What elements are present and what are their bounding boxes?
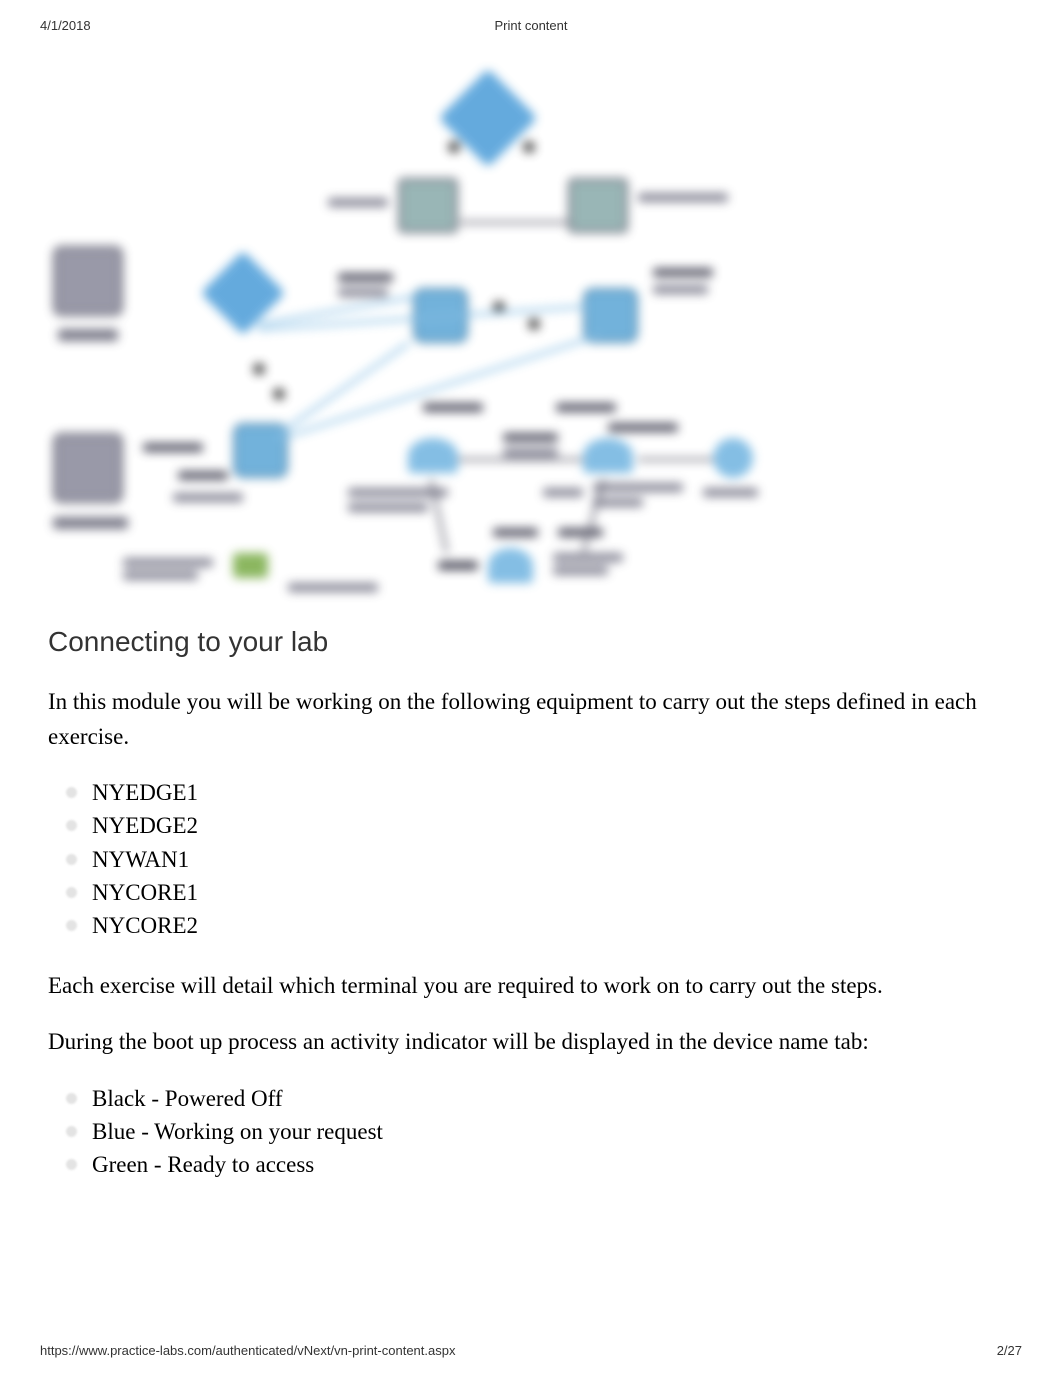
list-item: Blue - Working on your request (92, 1115, 1014, 1148)
list-item: NYWAN1 (92, 843, 1014, 876)
indicator-list: Black - Powered Off Blue - Working on yo… (48, 1082, 1014, 1182)
list-item: Black - Powered Off (92, 1082, 1014, 1115)
network-topology-diagram (48, 63, 768, 593)
header-date: 4/1/2018 (40, 18, 91, 33)
list-item: Green - Ready to access (92, 1148, 1014, 1181)
intro-paragraph: In this module you will be working on th… (48, 685, 1014, 754)
list-item: NYCORE2 (92, 909, 1014, 942)
print-footer: https://www.practice-labs.com/authentica… (0, 1343, 1062, 1358)
list-item: NYEDGE1 (92, 776, 1014, 809)
list-item: NYCORE1 (92, 876, 1014, 909)
equipment-list: NYEDGE1 NYEDGE2 NYWAN1 NYCORE1 NYCORE2 (48, 776, 1014, 943)
header-title: Print content (495, 18, 568, 33)
list-item: NYEDGE2 (92, 809, 1014, 842)
footer-page-number: 2/27 (997, 1343, 1022, 1358)
footer-url: https://www.practice-labs.com/authentica… (40, 1343, 455, 1358)
section-heading: Connecting to your lab (48, 621, 1014, 663)
paragraph: During the boot up process an activity i… (48, 1025, 1014, 1060)
paragraph: Each exercise will detail which terminal… (48, 969, 1014, 1004)
document-body: Connecting to your lab In this module yo… (0, 621, 1062, 1182)
